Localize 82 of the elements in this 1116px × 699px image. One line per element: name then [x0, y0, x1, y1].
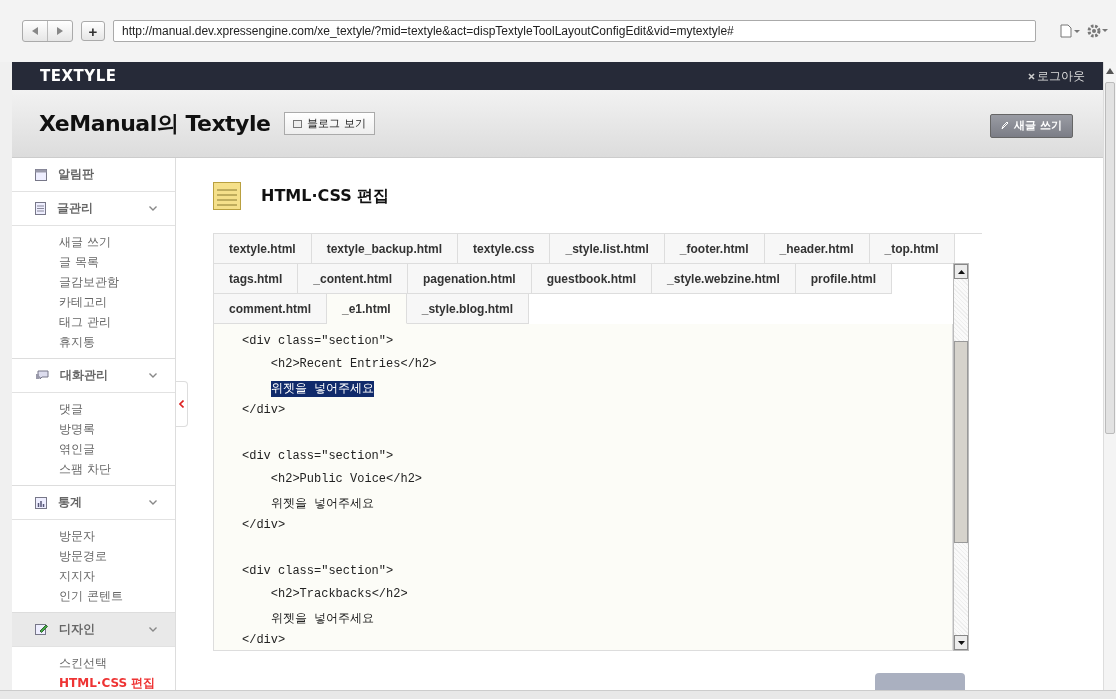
code-line: <h2>Trackbacks</h2> — [270, 586, 408, 602]
menu-group[interactable]: 알림판 — [12, 158, 175, 192]
code-line: </div> — [242, 402, 286, 418]
document-icon — [35, 202, 46, 215]
textyle-logo: TEXTYLE — [40, 67, 117, 85]
menu-item[interactable]: 글감보관함 — [59, 272, 175, 292]
close-icon[interactable] — [1028, 72, 1035, 80]
menu-item[interactable]: 휴지통 — [59, 332, 175, 352]
file-tab[interactable]: _content.html — [298, 264, 408, 294]
file-tab[interactable]: tags.html — [214, 264, 299, 294]
code-line: <div class="section"> — [242, 333, 394, 349]
file-tab[interactable]: _footer.html — [664, 234, 765, 264]
menu-item[interactable]: 스팸 차단 — [59, 459, 175, 479]
code-line: <div class="section"> — [242, 448, 394, 464]
file-tab[interactable]: textyle_backup.html — [311, 234, 459, 264]
settings-icon[interactable] — [1086, 23, 1108, 39]
speech-bubbles-icon — [35, 370, 49, 381]
write-post-button[interactable]: 새글 쓰기 — [990, 113, 1073, 138]
collapse-handle[interactable] — [176, 381, 188, 427]
page-scrollbar[interactable] — [1103, 62, 1116, 690]
file-tab[interactable]: _style.webzine.html — [652, 264, 796, 294]
scroll-up-icon[interactable] — [1106, 68, 1114, 74]
scrollbar-thumb[interactable] — [954, 341, 968, 543]
back-arrow-icon — [32, 27, 38, 35]
editor-scrollbar[interactable] — [953, 263, 969, 651]
file-tab[interactable]: _style.blog.html — [406, 294, 530, 324]
menu-item[interactable]: 지지자 — [59, 566, 175, 586]
file-tab[interactable]: pagenation.html — [408, 264, 532, 294]
menu-item[interactable]: 댓글 — [59, 399, 175, 419]
chevron-down-icon[interactable] — [149, 627, 157, 632]
file-tab[interactable]: _style.list.html — [550, 234, 665, 264]
bar-chart-icon — [35, 496, 47, 509]
page-title: HTML·CSS 편집 — [261, 185, 390, 207]
menu-item[interactable]: 카테고리 — [59, 292, 175, 312]
menu-item[interactable]: 태그 관리 — [59, 312, 175, 332]
blog-title: XeManual의 Textyle — [39, 109, 271, 138]
code-line: <h2>Recent Entries</h2> — [270, 356, 437, 372]
logout-link[interactable]: 로그아웃 — [1037, 67, 1085, 85]
menu-group[interactable]: 디자인 — [12, 613, 175, 647]
chevron-left-icon — [179, 400, 184, 408]
code-line: 위젯을 넣어주세요 — [270, 611, 374, 627]
pencil-icon — [1001, 121, 1010, 130]
menu-item[interactable]: 방문자 — [59, 526, 175, 546]
code-line: </div> — [242, 632, 286, 648]
page-menu-icon[interactable] — [1060, 24, 1080, 38]
menu-item[interactable]: 방문경로 — [59, 546, 175, 566]
code-line: 위젯을 넣어주세요 — [270, 496, 374, 512]
code-line: <h2>Public Voice</h2> — [270, 471, 423, 487]
file-tab[interactable]: profile.html — [795, 264, 893, 294]
chevron-down-icon[interactable] — [149, 206, 157, 211]
code-line: <div class="section"> — [242, 563, 394, 579]
menu-item[interactable]: 엮인글 — [59, 439, 175, 459]
menu-item[interactable]: 인기 콘텐트 — [59, 586, 175, 606]
menu-item[interactable]: 글 목록 — [59, 252, 175, 272]
menu-group[interactable]: 대화관리 — [12, 359, 175, 393]
address-bar[interactable]: http://manual.dev.xpressengine.com/xe_textyle/?mid=textyle&act=dispTextyleToolLayoutConfigEdit&vid=mytextyle# — [113, 20, 1036, 42]
view-blog-button[interactable]: 블로그 보기 — [284, 112, 375, 135]
menu-item[interactable]: 새글 쓰기 — [59, 232, 175, 252]
file-tab[interactable]: guestbook.html — [531, 264, 653, 294]
scroll-up-icon[interactable] — [957, 269, 965, 274]
new-tab-button[interactable]: + — [81, 21, 105, 41]
forward-arrow-icon — [57, 27, 63, 35]
calendar-icon — [35, 168, 47, 181]
file-tab[interactable]: _e1.html — [327, 294, 407, 324]
menu-item[interactable]: 방명록 — [59, 419, 175, 439]
code-editor[interactable]: <div class="section"> <h2>Recent Entries</h2> 위젯을 넣어주세요 </div> <div class="section"> <h2>Public Voice</h2> 위젯을 넣어주세요 </div> <div class="section"> <h2>Trackbacks</h2> 위젯을 넣어주세요 </div> — [213, 324, 953, 651]
menu-item[interactable]: 스킨선택 — [59, 653, 175, 673]
file-tab[interactable]: textyle.html — [214, 234, 312, 264]
edit-icon — [35, 623, 48, 636]
chevron-down-icon[interactable] — [149, 373, 157, 378]
file-tab[interactable]: textyle.css — [458, 234, 551, 264]
scrollbar-thumb[interactable] — [1105, 82, 1115, 434]
menu-group[interactable]: 글관리 — [12, 192, 175, 226]
scroll-down-icon[interactable] — [957, 640, 965, 645]
file-tab[interactable]: _header.html — [764, 234, 870, 264]
menu-group[interactable]: 통계 — [12, 486, 175, 520]
window-icon — [293, 119, 303, 128]
chevron-down-icon[interactable] — [149, 500, 157, 505]
file-tab[interactable]: comment.html — [214, 294, 327, 324]
code-line: </div> — [242, 517, 286, 533]
menu-item[interactable]: HTML·CSS 편집 — [59, 673, 175, 690]
file-tab[interactable]: _top.html — [869, 234, 955, 264]
